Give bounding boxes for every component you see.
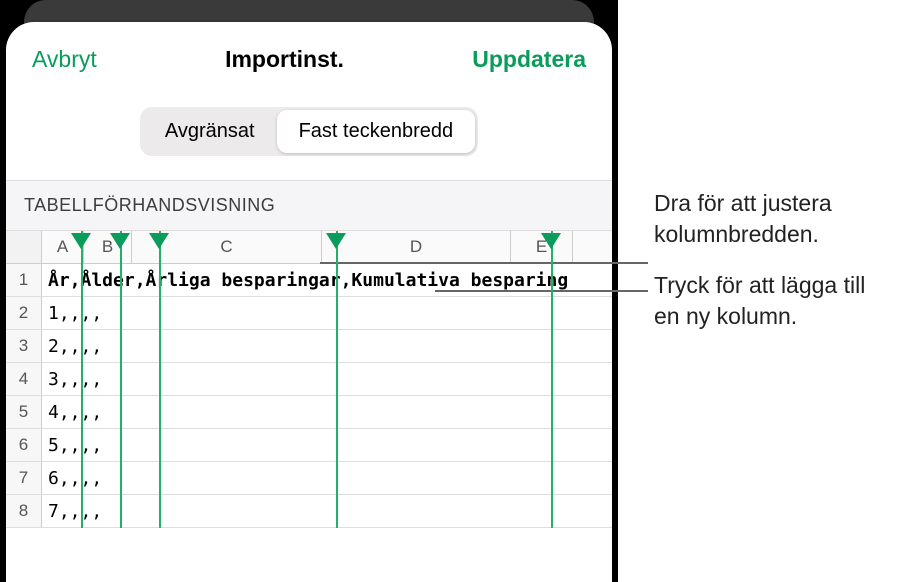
row-number: 6 — [6, 429, 42, 461]
row-content: 1,,,, — [42, 297, 612, 329]
row-content: 6,,,, — [42, 462, 612, 494]
column-divider[interactable] — [551, 231, 553, 528]
table-row: 54,,,, — [6, 396, 612, 429]
column-divider[interactable] — [120, 231, 122, 528]
import-mode-segmented[interactable]: Avgränsat Fast teckenbredd — [140, 107, 478, 156]
column-drag-handle-icon[interactable] — [110, 233, 130, 249]
sheet-header: Avbryt Importinst. Uppdatera — [6, 22, 612, 93]
row-number: 5 — [6, 396, 42, 428]
column-divider[interactable] — [81, 231, 83, 528]
column-header-row: ABCDE — [6, 231, 612, 264]
annotation-tap: Tryck för att lägga till en ny kolumn. — [654, 270, 894, 332]
column-divider[interactable] — [159, 231, 161, 528]
column-header[interactable]: D — [322, 231, 511, 263]
table-row: 32,,,, — [6, 330, 612, 363]
update-button[interactable]: Uppdatera — [472, 46, 586, 73]
table-row: 87,,,, — [6, 495, 612, 528]
row-number-header — [6, 231, 42, 263]
column-drag-handle-icon[interactable] — [541, 233, 561, 249]
row-content: 5,,,, — [42, 429, 612, 461]
table-row: 76,,,, — [6, 462, 612, 495]
row-content: 7,,,, — [42, 495, 612, 527]
table-row: 1År,Ålder,Årliga besparingar,Kumulativa … — [6, 264, 612, 297]
import-settings-sheet: Avbryt Importinst. Uppdatera Avgränsat F… — [6, 22, 612, 582]
segment-delimited[interactable]: Avgränsat — [143, 110, 277, 153]
annotation-drag: Dra för att justera kolumnbredden. — [654, 188, 894, 250]
row-number: 2 — [6, 297, 42, 329]
table-preview-label: TABELLFÖRHANDSVISNING — [6, 180, 612, 231]
column-divider[interactable] — [336, 231, 338, 528]
row-number: 7 — [6, 462, 42, 494]
row-number: 3 — [6, 330, 42, 362]
row-content: 4,,,, — [42, 396, 612, 428]
column-drag-handle-icon[interactable] — [326, 233, 346, 249]
table-row: 43,,,, — [6, 363, 612, 396]
row-number: 8 — [6, 495, 42, 527]
leader-line — [435, 290, 648, 292]
row-content: 2,,,, — [42, 330, 612, 362]
table-preview: ABCDE 1År,Ålder,Årliga besparingar,Kumul… — [6, 231, 612, 528]
table-row: 21,,,, — [6, 297, 612, 330]
leader-line — [320, 262, 648, 264]
table-row: 65,,,, — [6, 429, 612, 462]
column-drag-handle-icon[interactable] — [71, 233, 91, 249]
segment-fixed-width[interactable]: Fast teckenbredd — [277, 110, 476, 153]
column-drag-handle-icon[interactable] — [149, 233, 169, 249]
row-number: 1 — [6, 264, 42, 296]
sheet-title: Importinst. — [225, 46, 344, 73]
row-content: 3,,,, — [42, 363, 612, 395]
row-number: 4 — [6, 363, 42, 395]
cancel-button[interactable]: Avbryt — [32, 46, 97, 73]
